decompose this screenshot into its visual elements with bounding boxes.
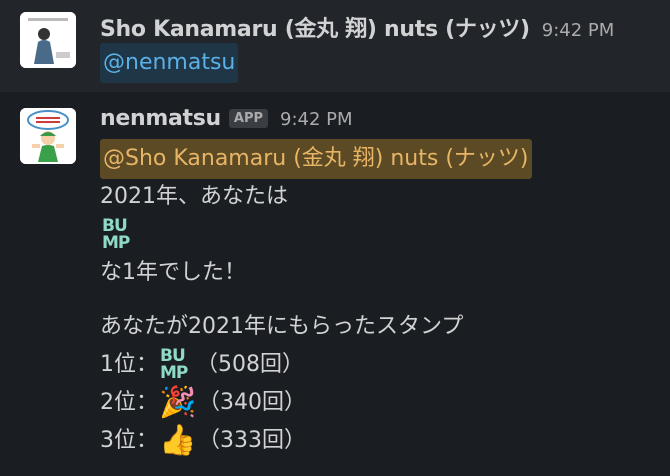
user-mention[interactable]: @nenmatsu [100, 43, 239, 83]
timestamp[interactable]: 9:42 PM [280, 109, 353, 130]
rank-label: 1位： [100, 352, 158, 377]
bump-emoji: BU MP [160, 346, 188, 383]
party-popper-icon: 🎉 [159, 385, 197, 420]
rank-count: （333回） [198, 428, 306, 453]
rank-count: （340回） [198, 390, 306, 415]
ranking-row: 3位： 👍 （333回） [100, 422, 532, 460]
message-2: nenmatsu APP 9:42 PM @Sho Kanamaru (金丸 翔… [0, 92, 670, 476]
ranking-row: 1位： BU MP （508回） [100, 346, 532, 384]
sender-name[interactable]: nenmatsu [100, 106, 221, 131]
text-line: あなたが2021年にもらったスタンプ [100, 314, 464, 339]
message-1: Sho Kanamaru (金丸 翔) nuts (ナッツ) 9:42 PM @… [0, 0, 670, 92]
message-header: nenmatsu APP 9:42 PM [100, 106, 353, 131]
text-line: 2021年、あなたは [100, 184, 288, 209]
rank-count: （508回） [196, 352, 304, 377]
bump-emoji: BU MP [102, 216, 130, 253]
text-line: な1年でした！ [100, 260, 246, 285]
app-badge: APP [228, 109, 269, 128]
ranking-row: 2位： 🎉 （340回） [100, 384, 532, 422]
timestamp[interactable]: 9:42 PM [542, 20, 615, 41]
bot-avatar[interactable] [20, 108, 76, 164]
message-body: @Sho Kanamaru (金丸 翔) nuts (ナッツ) 2021年、あな… [100, 139, 532, 460]
rank-label: 2位： [100, 390, 158, 415]
message-header: Sho Kanamaru (金丸 翔) nuts (ナッツ) 9:42 PM [100, 11, 614, 43]
thumbs-up-icon: 👍 [159, 423, 197, 458]
sender-name[interactable]: Sho Kanamaru (金丸 翔) nuts (ナッツ) [100, 11, 530, 43]
sender-avatar[interactable] [20, 12, 76, 68]
message-body: @nenmatsu [100, 43, 239, 83]
rank-label: 3位： [100, 428, 158, 453]
user-mention[interactable]: @Sho Kanamaru (金丸 翔) nuts (ナッツ) [100, 139, 532, 179]
